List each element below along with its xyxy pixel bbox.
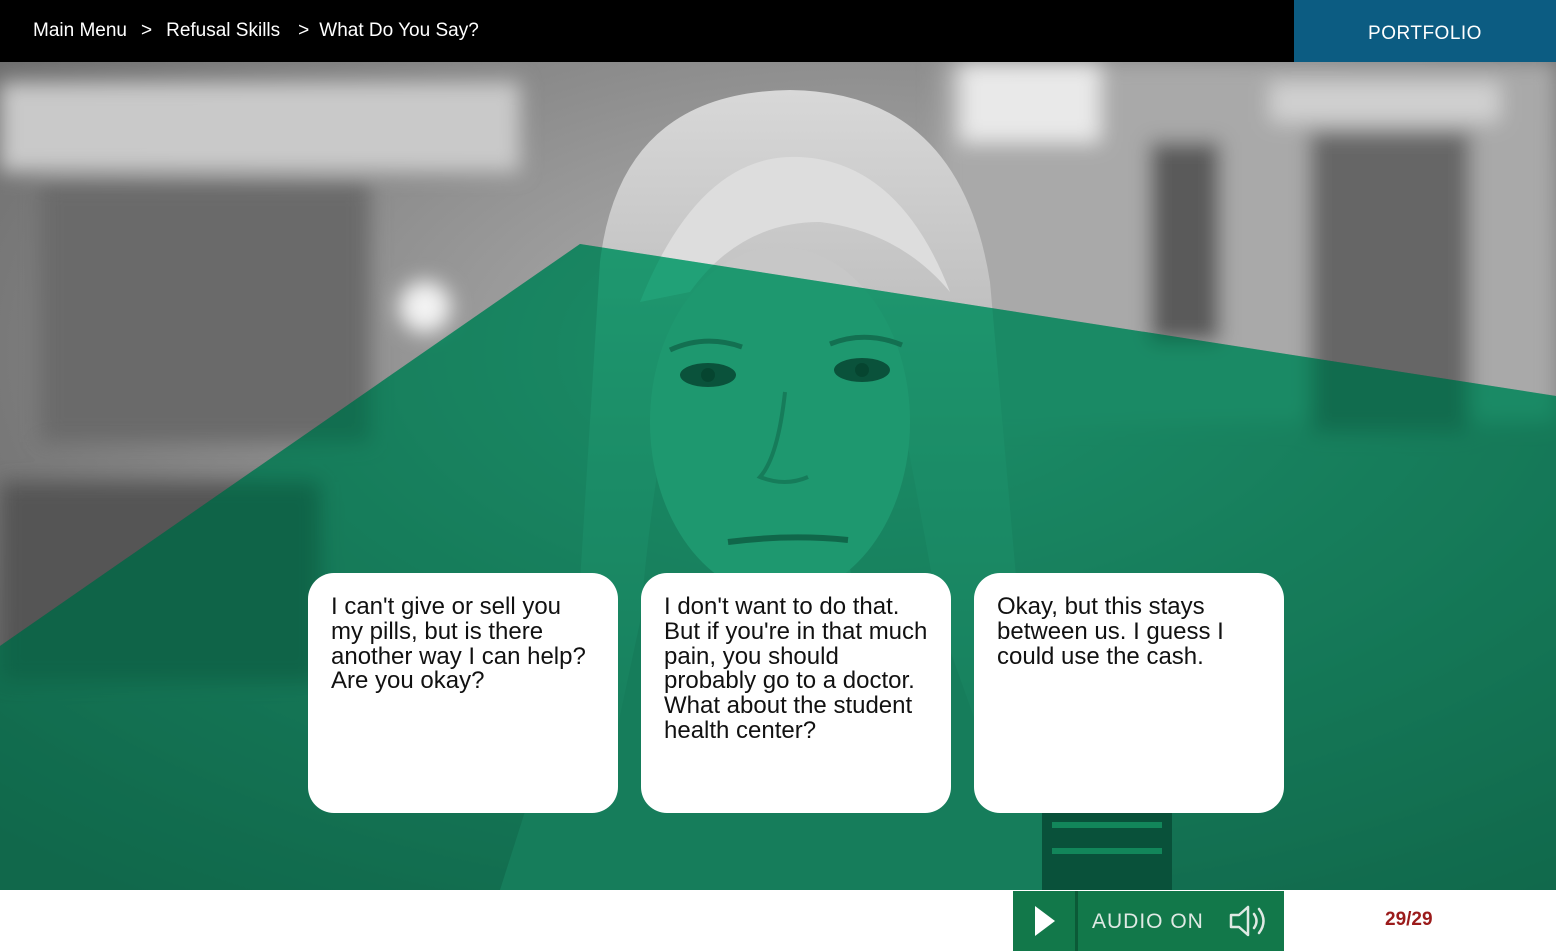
audio-toggle-button[interactable]: AUDIO ON [1078,891,1284,951]
response-option-1[interactable]: I can't give or sell you my pills, but i… [308,573,618,813]
breadcrumb-separator: > [298,20,310,41]
breadcrumb-separator: > [141,20,153,41]
portfolio-button[interactable]: PORTFOLIO [1294,0,1556,62]
speaker-icon [1228,903,1272,939]
breadcrumb-refusal-skills[interactable]: Refusal Skills [166,20,280,42]
play-button[interactable] [1013,891,1075,951]
response-option-3[interactable]: Okay, but this stays between us. I guess… [974,573,1284,813]
breadcrumb: Main Menu > Refusal Skills > What Do You… [33,0,479,62]
response-option-2[interactable]: I don't want to do that. But if you're i… [641,573,951,813]
breadcrumb-main-menu[interactable]: Main Menu [33,20,127,42]
play-icon [1035,906,1055,936]
breadcrumb-current-page: What Do You Say? [319,20,479,41]
audio-toggle-label: AUDIO ON [1092,910,1204,933]
page-counter: 29/29 [1385,909,1433,930]
